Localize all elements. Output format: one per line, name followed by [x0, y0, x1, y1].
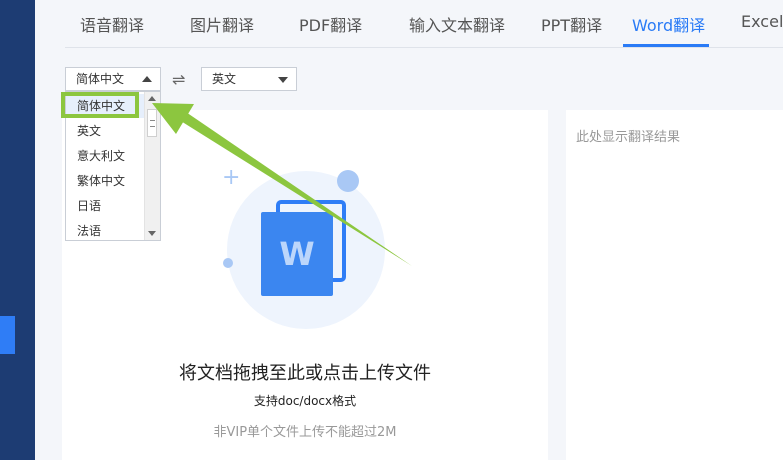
upload-title: 将文档拖拽至此或点击上传文件: [179, 363, 431, 384]
tab-image[interactable]: 图片翻译: [190, 12, 254, 36]
swap-languages-icon[interactable]: ⇌: [172, 70, 185, 89]
upload-size-limit: 非VIP单个文件上传不能超过2M: [213, 425, 397, 440]
scroll-thumb[interactable]: [147, 109, 157, 137]
dropdown-scrollbar[interactable]: [144, 92, 160, 240]
left-sidebar: [0, 0, 35, 460]
chevron-down-icon: [278, 77, 288, 83]
target-language-select[interactable]: 英文: [201, 67, 297, 91]
result-placeholder: 此处显示翻译结果: [576, 130, 681, 145]
target-language-value: 英文: [212, 72, 237, 86]
upload-formats-hint: 支持doc/docx格式: [253, 394, 357, 408]
tab-voice[interactable]: 语音翻译: [80, 12, 144, 36]
scroll-down-icon[interactable]: [148, 231, 156, 236]
sidebar-active-indicator[interactable]: [0, 316, 15, 354]
language-option[interactable]: 英文: [66, 119, 146, 143]
translation-result-panel: 此处显示翻译结果: [566, 110, 783, 460]
language-option[interactable]: 法语: [66, 219, 146, 240]
source-language-select[interactable]: 简体中文: [65, 67, 161, 91]
tab-text[interactable]: 输入文本翻译: [409, 12, 505, 36]
highlight-box: [61, 92, 139, 118]
tab-pdf[interactable]: PDF翻译: [299, 12, 362, 36]
tab-ppt[interactable]: PPT翻译: [541, 12, 602, 36]
tabs-divider: [65, 47, 783, 48]
chevron-up-icon: [142, 76, 152, 82]
language-option[interactable]: 繁体中文: [66, 169, 146, 193]
active-tab-underline: [623, 44, 709, 47]
word-icon-letter: W: [279, 235, 314, 273]
language-option[interactable]: 意大利文: [66, 144, 146, 168]
tab-excel[interactable]: Excel: [741, 12, 783, 31]
language-option[interactable]: 日语: [66, 194, 146, 218]
source-language-value: 简体中文: [76, 72, 125, 86]
svg-text:+: +: [222, 165, 240, 190]
scroll-up-icon[interactable]: [148, 96, 156, 101]
translation-type-tabs: 语音翻译 图片翻译 PDF翻译 输入文本翻译 PPT翻译 Word翻译 Exce…: [35, 0, 783, 48]
tab-word[interactable]: Word翻译: [632, 12, 705, 36]
